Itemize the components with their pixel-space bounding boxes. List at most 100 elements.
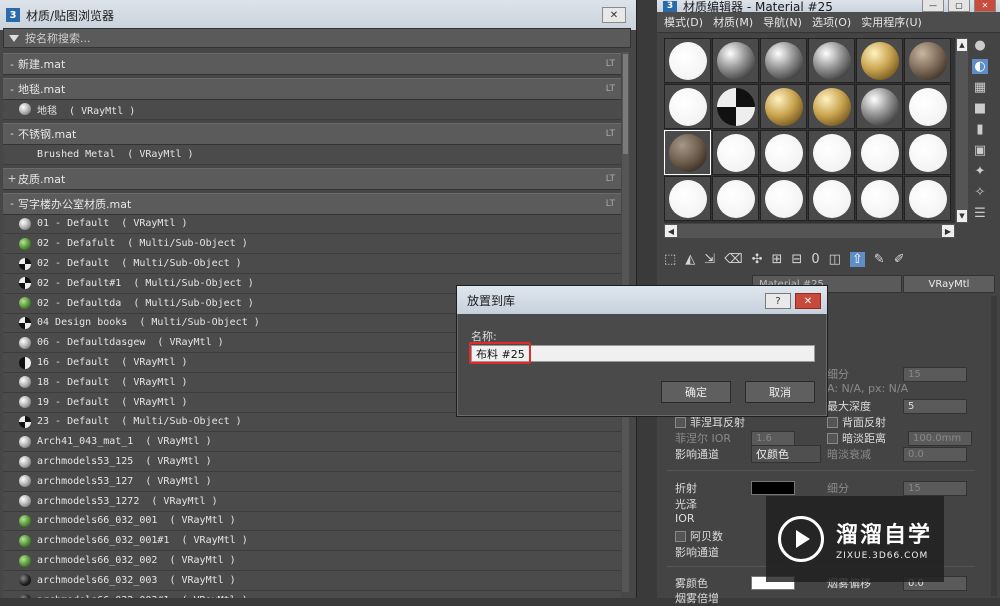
get-material-icon[interactable]: ⬚ [664,252,676,267]
material-list-item[interactable]: archmodels66_032_003 ( VRayMtl ) [3,570,621,591]
material-list-item[interactable]: archmodels53_1272 ( VRayMtl ) [3,491,621,512]
slots-vertical-scrollbar[interactable]: ▲ ▼ [956,38,968,223]
make-unique-icon[interactable]: ✣ [752,252,763,267]
refraction-color-swatch[interactable] [751,481,795,495]
sample-slot[interactable] [712,84,759,129]
material-list-item[interactable]: archmodels66_032_001#1 ( VRayMtl ) [3,531,621,552]
list-type-toggle[interactable]: LT [606,59,615,69]
maximize-button[interactable]: ▢ [948,0,970,12]
select-by-material-icon[interactable]: ✧ [975,185,986,200]
material-list-item[interactable]: archmodels66_032_002 ( VRayMtl ) [3,551,621,571]
fresnel-ior-spinner[interactable]: 1.6 [751,430,795,446]
background-icon[interactable]: ▦ [974,80,986,95]
list-type-toggle[interactable]: LT [606,84,615,94]
go-to-parent-icon[interactable]: ⇧ [849,251,865,267]
material-list-item[interactable]: 02 - Defafult ( Multi/Sub-Object ) [3,234,621,255]
refr-subdiv-spinner[interactable]: 15 [903,480,967,496]
put-to-library-icon[interactable]: ⊞ [772,252,783,267]
material-list-item[interactable]: archmodels66_032_001 ( VRayMtl ) [3,511,621,532]
assign-to-selection-icon[interactable]: ⇲ [704,252,715,267]
scroll-up-icon[interactable]: ▲ [957,39,967,51]
sample-slot[interactable] [808,84,855,129]
backlight-icon[interactable]: ◐ [972,59,988,74]
material-list-item[interactable]: archmodels53_125 ( VRayMtl ) [3,452,621,472]
sample-slot[interactable] [856,38,903,83]
sample-slot[interactable] [664,38,711,83]
scroll-right-icon[interactable]: ▶ [942,225,954,237]
sample-slot[interactable] [904,176,951,221]
parameters-scrollbar[interactable] [991,296,997,596]
dialog-close-button[interactable]: ✕ [795,293,821,309]
sample-slot[interactable] [760,130,807,175]
ok-button[interactable]: 确定 [661,381,731,403]
uv-tiling-icon[interactable]: ■ [974,101,986,116]
sample-slot[interactable] [664,176,711,221]
scroll-left-icon[interactable]: ◀ [665,225,677,237]
affect-channels-dropdown[interactable]: 仅颜色 [751,445,821,463]
material-list-item[interactable]: Brushed Metal ( VRayMtl ) [3,144,621,165]
browser-title-bar[interactable]: 3 材质/贴图浏览器 ✕ [0,0,636,30]
material-list-item[interactable]: archmodels66_032_003#1 ( VRayMtl ) [3,590,621,598]
go-forward-icon[interactable]: ✎ [874,252,885,267]
sample-slot[interactable] [904,130,951,175]
expand-toggle-icon[interactable]: - [6,58,18,71]
search-bar[interactable]: 按名称搜索... [3,28,631,48]
video-color-check-icon[interactable]: ▮ [976,122,983,137]
pick-material-icon[interactable]: ✐ [894,252,905,267]
sample-slot[interactable] [712,176,759,221]
subdiv-spinner[interactable]: 15 [903,366,967,382]
editor-title-bar[interactable]: 3 材质编辑器 - Material #25 — ▢ ✕ [657,0,1000,14]
back-reflect-checkbox[interactable] [827,416,838,428]
material-list-item[interactable]: 01 - Default ( VRayMtl ) [3,214,621,235]
sample-slot[interactable] [856,176,903,221]
sample-slot[interactable] [808,38,855,83]
dim-distance-spinner[interactable]: 100.0mm [908,430,972,446]
dim-falloff-spinner[interactable]: 0.0 [903,446,967,462]
scroll-down-icon[interactable]: ▼ [957,210,967,222]
library-group-header[interactable]: - 新建.mat LT [3,53,621,75]
menu-material[interactable]: 材质(M) [713,14,753,30]
show-in-viewport-icon[interactable]: 0 [811,252,819,267]
cancel-button[interactable]: 取消 [745,381,815,403]
expand-toggle-icon[interactable]: + [6,172,18,185]
material-list-item[interactable]: archmodels53_127 ( VRayMtl ) [3,471,621,492]
browser-close-button[interactable]: ✕ [602,7,626,23]
put-to-scene-icon[interactable]: ◭ [685,252,695,267]
sample-slot[interactable] [856,130,903,175]
sample-slot[interactable] [808,176,855,221]
fresnel-checkbox[interactable] [675,416,686,428]
menu-utilities[interactable]: 实用程序(U) [861,14,922,30]
material-navigator-icon[interactable]: ☰ [974,206,986,221]
close-button[interactable]: ✕ [974,0,996,12]
expand-toggle-icon[interactable]: - [6,197,18,210]
list-type-toggle[interactable]: LT [606,129,615,139]
help-button[interactable]: ? [765,293,791,309]
make-preview-icon[interactable]: ▣ [974,143,986,158]
sample-slot[interactable] [664,130,711,175]
sample-type-icon[interactable]: ● [974,38,985,53]
expand-toggle-icon[interactable]: - [6,83,18,96]
sample-slot[interactable] [904,38,951,83]
menu-mode[interactable]: 模式(D) [664,14,703,30]
list-type-toggle[interactable]: LT [606,199,615,209]
sample-slot[interactable] [760,84,807,129]
search-input[interactable]: 按名称搜索... [25,30,91,46]
sample-slot[interactable] [808,130,855,175]
sample-slot[interactable] [712,38,759,83]
material-type-button[interactable]: VRayMtl [903,275,995,293]
dropdown-arrow-icon[interactable] [9,34,19,42]
library-group-header[interactable]: - 不锈钢.mat LT [3,122,621,145]
sample-slot[interactable] [664,84,711,129]
slots-horizontal-scrollbar[interactable]: ◀ ▶ [664,224,955,238]
scrollbar-thumb[interactable] [623,54,628,154]
show-end-result-icon[interactable]: ◫ [829,252,841,267]
material-list-item[interactable]: 地毯 ( VRayMtl ) [3,100,621,120]
options-icon[interactable]: ✦ [975,164,986,179]
abbe-checkbox[interactable] [675,530,686,542]
expand-toggle-icon[interactable]: - [6,127,18,140]
material-id-icon[interactable]: ⊟ [791,252,802,267]
sample-slot[interactable] [856,84,903,129]
menu-navigation[interactable]: 导航(N) [763,14,802,30]
dim-distance-checkbox[interactable] [827,432,838,444]
material-list-item[interactable]: 02 - Default ( Multi/Sub-Object ) [3,254,621,274]
